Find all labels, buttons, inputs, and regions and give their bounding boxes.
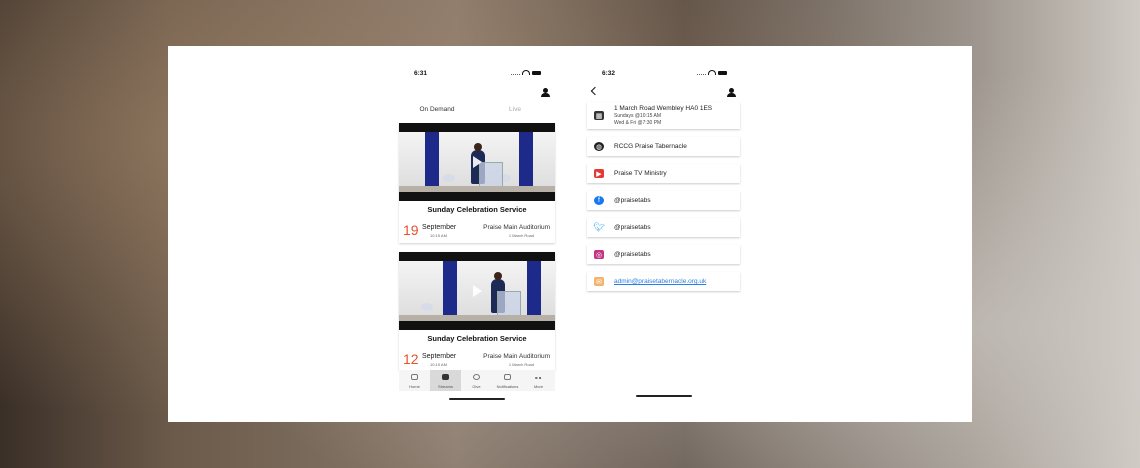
status-time: 6:31 — [414, 70, 428, 77]
twitter-text: @praisetabs — [614, 224, 651, 231]
twitter-item[interactable]: 🐦︎ @praisetabs — [587, 218, 740, 237]
stream-title: Sunday Celebration Service — [427, 334, 527, 343]
tab-on-demand[interactable]: On Demand — [407, 106, 467, 113]
nav-more[interactable]: More — [523, 370, 554, 391]
stream-time: 10:15 AM — [430, 233, 447, 238]
email-link[interactable]: admin@praisetabernacle.org.uk — [614, 278, 706, 285]
nav-home[interactable]: Home — [399, 370, 430, 391]
twitter-icon: 🐦︎ — [593, 222, 605, 232]
youtube-text: Praise TV Ministry — [614, 170, 667, 177]
facebook-text: @praisetabs — [614, 197, 651, 204]
home-indicator — [449, 398, 505, 400]
address-item[interactable]: ▦ 1 March Road Wembley HA0 1ES Sundays @… — [587, 102, 740, 129]
home-indicator — [636, 395, 692, 397]
service-times-2: Wed & Fri @7:30 PM — [614, 120, 662, 126]
contact-screen: 6:32 ▦ 1 March Road Wembley HA0 1ES Sund… — [587, 66, 741, 403]
nav-notifications[interactable]: Notifications — [492, 370, 523, 391]
profile-icon[interactable] — [541, 88, 550, 98]
streams-screen: 6:31 On Demand Live Sunday Celebration S… — [399, 66, 555, 403]
facebook-icon: f — [594, 196, 604, 205]
play-icon[interactable] — [473, 156, 482, 168]
signal-icon — [697, 70, 706, 75]
instagram-item[interactable]: ◎ @praisetabs — [587, 245, 740, 264]
stream-location: Praise Main Auditorium — [483, 224, 550, 231]
stream-tabs: On Demand Live — [399, 106, 555, 118]
tab-live[interactable]: Live — [485, 106, 545, 113]
stream-address: 1 March Road — [508, 362, 534, 367]
youtube-item[interactable]: ▶ Praise TV Ministry — [587, 164, 740, 183]
youtube-icon: ▶ — [594, 169, 604, 178]
stream-address: 1 March Road — [508, 233, 534, 238]
mail-icon: ✉ — [594, 277, 604, 286]
globe-icon: ◍ — [594, 142, 604, 151]
stream-card[interactable]: Sunday Celebration Service 19 September … — [399, 123, 555, 243]
stream-month: September — [422, 224, 457, 231]
more-icon — [535, 377, 542, 379]
stream-title: Sunday Celebration Service — [427, 205, 527, 214]
profile-icon[interactable] — [727, 88, 736, 98]
video-thumbnail[interactable] — [399, 252, 555, 330]
nav-streams[interactable]: Streams — [430, 370, 461, 391]
stream-day: 19 — [403, 222, 419, 238]
battery-icon — [718, 70, 727, 75]
bottom-nav: Home Streams Give Notifications More — [399, 370, 555, 391]
instagram-icon: ◎ — [594, 250, 604, 259]
bell-icon — [504, 374, 511, 380]
signal-icon — [511, 70, 520, 75]
address-text: 1 March Road Wembley HA0 1ES — [614, 105, 713, 112]
give-icon — [473, 374, 480, 380]
website-item[interactable]: ◍ RCCG Praise Tabernacle — [587, 137, 740, 156]
wifi-icon — [522, 70, 530, 75]
streams-icon — [442, 374, 449, 380]
website-text: RCCG Praise Tabernacle — [614, 143, 687, 150]
status-bar: 6:32 — [587, 69, 741, 79]
stream-location: Praise Main Auditorium — [483, 353, 550, 360]
video-thumbnail[interactable] — [399, 123, 555, 201]
stream-card[interactable]: Sunday Celebration Service 12 September … — [399, 252, 555, 370]
back-chevron-icon[interactable] — [590, 86, 600, 96]
service-times-1: Sundays @10:15 AM — [614, 113, 662, 119]
status-bar: 6:31 — [399, 69, 555, 79]
status-time: 6:32 — [602, 70, 616, 77]
nav-give[interactable]: Give — [461, 370, 492, 391]
battery-icon — [532, 70, 541, 75]
stream-day: 12 — [403, 351, 419, 367]
play-icon[interactable] — [473, 285, 482, 297]
facebook-item[interactable]: f @praisetabs — [587, 191, 740, 210]
screenshot-card: 6:31 On Demand Live Sunday Celebration S… — [168, 46, 972, 422]
wifi-icon — [708, 70, 716, 75]
map-icon: ▦ — [594, 111, 604, 120]
home-icon — [411, 374, 418, 380]
instagram-text: @praisetabs — [614, 251, 651, 258]
email-item[interactable]: ✉ admin@praisetabernacle.org.uk — [587, 272, 740, 291]
stream-time: 10:15 AM — [430, 362, 447, 367]
stream-month: September — [422, 353, 457, 360]
